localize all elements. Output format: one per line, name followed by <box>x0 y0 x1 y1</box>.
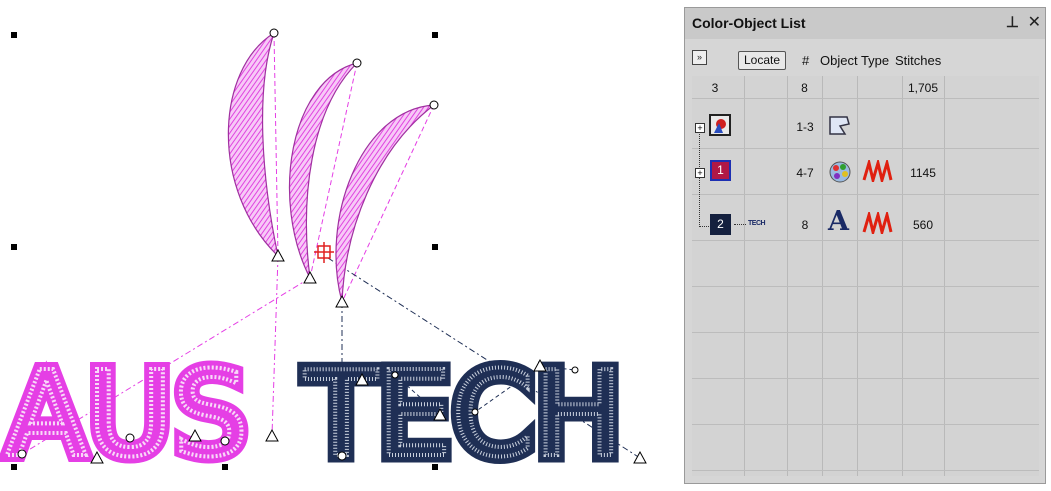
stitch-count: 1145 <box>910 166 936 180</box>
expand-icon[interactable]: + <box>695 168 705 178</box>
color-object-grid[interactable]: 3 8 1,705 + 1-3 + 1 4-7 1145 2 TECH 8 A … <box>692 76 1039 476</box>
object-range: 4-7 <box>796 166 814 180</box>
pin-icon[interactable]: ⊥ <box>1006 13 1019 31</box>
svg-text:AUS: AUS <box>6 345 248 483</box>
color-object-list-panel: Color-Object List ⊥ ✕ » Locate # Object … <box>684 7 1046 484</box>
color-count: 3 <box>711 81 719 95</box>
expand-icon[interactable]: + <box>695 123 705 133</box>
leaf-shapes[interactable] <box>227 28 439 303</box>
panel-toolbar: » Locate # Object Type Stitches <box>685 39 1045 73</box>
embroidery-design[interactable]: AUS AUS TECH TECH <box>0 0 680 491</box>
panel-titlebar: Color-Object List ⊥ ✕ <box>685 8 1045 39</box>
palette-icon <box>829 161 851 183</box>
object-count: 8 <box>801 81 808 95</box>
object-range: 1-3 <box>796 120 814 134</box>
design-canvas[interactable]: AUS AUS TECH TECH <box>0 0 680 491</box>
object-range: 8 <box>801 218 809 232</box>
close-icon[interactable]: ✕ <box>1028 12 1041 32</box>
lettering-aus[interactable]: AUS AUS <box>0 338 255 490</box>
color-swatch[interactable]: 1 <box>710 160 731 181</box>
zigzag-stitch-icon <box>862 160 893 182</box>
applique-color-icon <box>709 114 731 136</box>
lettering-icon: A <box>828 206 849 237</box>
zigzag-stitch-icon <box>862 212 893 234</box>
color-swatch[interactable]: 2 <box>710 214 731 235</box>
column-header-stitches[interactable]: Stitches <box>895 53 941 68</box>
applique-shape-icon <box>829 116 850 135</box>
panel-title: Color-Object List <box>692 15 806 31</box>
locate-button[interactable]: Locate <box>738 51 787 70</box>
stitch-count: 560 <box>912 218 934 232</box>
column-header-number[interactable]: # <box>802 53 809 68</box>
lettering-thumbnail: TECH <box>748 220 766 227</box>
svg-text:TECH: TECH <box>304 345 623 483</box>
column-header-object-type[interactable]: Object Type <box>820 53 889 68</box>
total-stitches: 1,705 <box>907 81 939 95</box>
chevron-down-icon[interactable]: » <box>692 50 707 65</box>
lettering-tech[interactable]: TECH TECH <box>297 338 631 491</box>
